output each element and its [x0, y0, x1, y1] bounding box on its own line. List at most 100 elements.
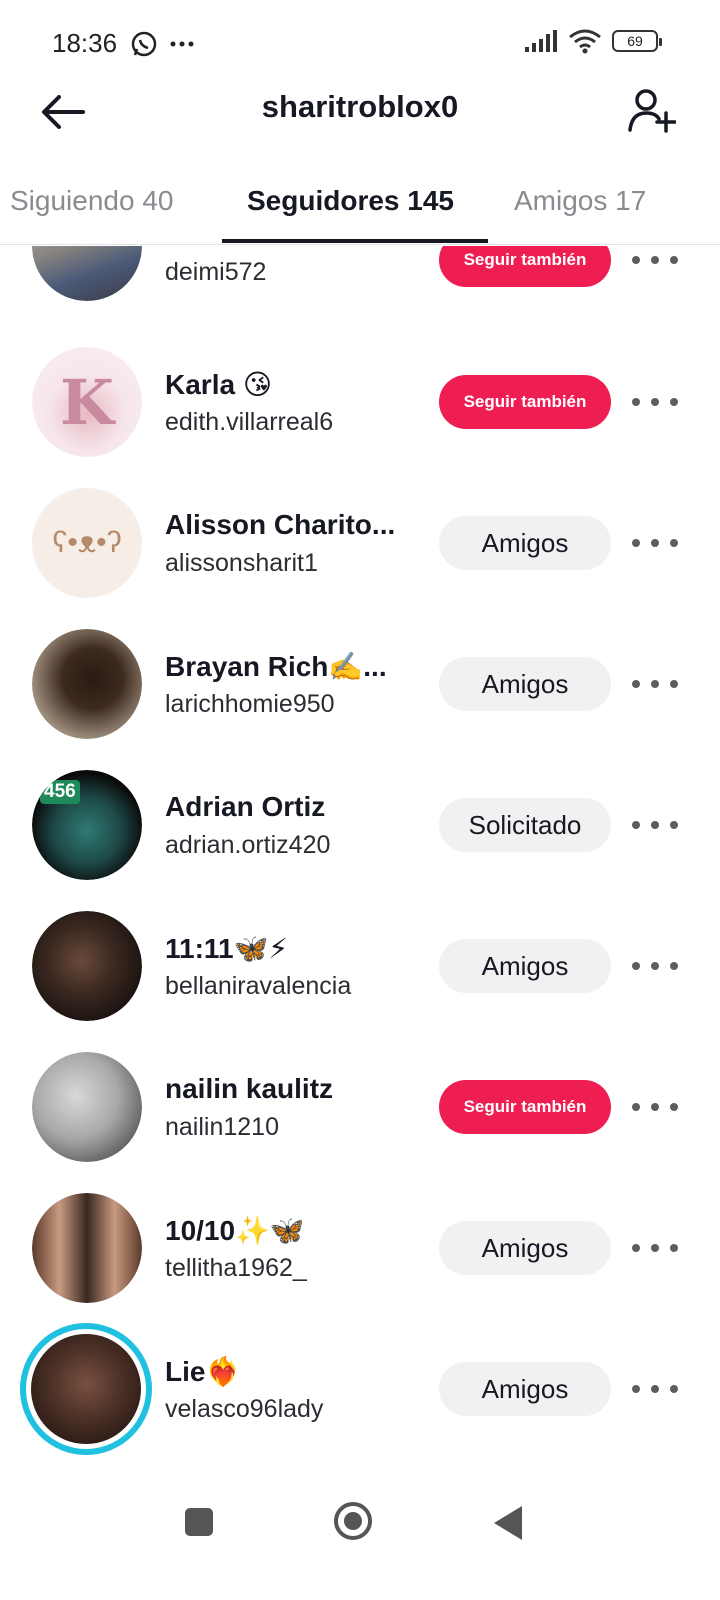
more-options-button[interactable]	[632, 246, 678, 275]
more-options-button[interactable]	[632, 669, 678, 699]
list-item[interactable]: ʕ•ᴥ•ʔ Alisson Charito... alissonsharit1 …	[0, 473, 720, 614]
more-dots-icon	[651, 1385, 659, 1393]
requested-button[interactable]: Solicitado	[439, 798, 611, 852]
more-dots-icon	[670, 398, 678, 406]
more-dots-icon	[670, 1244, 678, 1252]
follower-name: 10/10✨🦋	[165, 1215, 305, 1246]
follower-name: Karla 😘	[165, 369, 273, 400]
friends-button[interactable]: Amigos	[439, 939, 611, 993]
add-user-button[interactable]	[622, 81, 680, 139]
more-dots-icon	[651, 539, 659, 547]
battery-icon: 69	[612, 30, 662, 52]
friends-button[interactable]: Amigos	[439, 1362, 611, 1416]
follow-back-button[interactable]: Seguir también	[439, 246, 611, 287]
avatar[interactable]	[32, 1193, 142, 1303]
more-dots-icon	[632, 539, 640, 547]
list-item[interactable]: nadien deimi572 Seguir también	[0, 246, 720, 317]
list-item[interactable]: Brayan Rich✍️... larichhomie950 Amigos	[0, 614, 720, 755]
more-options-button[interactable]	[632, 1092, 678, 1122]
more-dots-icon	[670, 680, 678, 688]
follower-name: Lie❤️‍🔥	[165, 1356, 241, 1387]
active-tab-indicator	[222, 239, 488, 243]
more-dots-icon	[651, 1103, 659, 1111]
more-dots-icon	[632, 962, 640, 970]
avatar-with-story[interactable]	[20, 1323, 152, 1455]
friends-button[interactable]: Amigos	[439, 1221, 611, 1275]
home-icon[interactable]	[334, 1502, 372, 1540]
follower-username: edith.villarreal6	[165, 408, 334, 436]
follower-name: Brayan Rich✍️...	[165, 651, 387, 682]
system-nav-bar	[0, 1470, 720, 1600]
follow-back-button[interactable]: Seguir también	[439, 375, 611, 429]
follower-name: Alisson Charito...	[165, 509, 396, 540]
more-dots-icon	[651, 256, 659, 264]
recent-apps-icon[interactable]	[185, 1508, 213, 1536]
more-options-button[interactable]	[632, 1374, 678, 1404]
avatar[interactable]: 456	[32, 770, 142, 880]
follower-name: 11:11🦋⚡	[165, 933, 289, 964]
teddy-bear-pattern-icon: ʕ•ᴥ•ʔ	[52, 526, 122, 559]
avatar-badge: 456	[40, 780, 80, 804]
tab-followers[interactable]: Seguidores 145	[247, 185, 454, 217]
follower-username: adrian.ortiz420	[165, 831, 331, 859]
person-plus-icon	[628, 89, 676, 133]
home-core-icon	[344, 1512, 362, 1530]
more-dots-icon	[651, 398, 659, 406]
follower-name: Adrian Ortiz	[165, 791, 326, 822]
more-dots-icon	[670, 962, 678, 970]
follower-username: larichhomie950	[165, 690, 335, 718]
list-item[interactable]: nailin kaulitz nailin1210 Seguir también	[0, 1037, 720, 1178]
avatar[interactable]: ʕ•ᴥ•ʔ	[32, 488, 142, 598]
follower-name: nailin kaulitz	[165, 1073, 334, 1104]
header: sharitroblox0	[0, 75, 720, 145]
more-dots-icon	[651, 962, 659, 970]
follow-back-button[interactable]: Seguir también	[439, 1080, 611, 1134]
list-item[interactable]: 11:11🦋⚡ bellaniravalencia Amigos	[0, 896, 720, 1037]
more-options-button[interactable]	[632, 951, 678, 981]
more-dots-icon	[632, 1244, 640, 1252]
avatar[interactable]: K	[32, 347, 142, 457]
friends-button[interactable]: Amigos	[439, 657, 611, 711]
tab-following[interactable]: Siguiendo 40	[10, 185, 173, 217]
more-options-button[interactable]	[632, 810, 678, 840]
signal-icon	[525, 30, 557, 52]
more-dots-icon	[670, 821, 678, 829]
more-dots-icon	[632, 256, 640, 264]
avatar[interactable]	[32, 246, 142, 301]
list-item[interactable]: K Karla 😘 edith.villarreal6 Seguir tambi…	[0, 332, 720, 473]
follower-username: tellitha1962_	[165, 1254, 307, 1282]
follower-username: deimi572	[165, 258, 267, 286]
status-time: 18:36	[52, 28, 118, 58]
avatar[interactable]	[32, 1052, 142, 1162]
letter-k-icon: K	[60, 365, 114, 439]
more-dots-icon	[670, 539, 678, 547]
more-dots-icon	[632, 680, 640, 688]
list-item[interactable]: Lie❤️‍🔥 velasco96lady Amigos	[0, 1319, 720, 1456]
more-dots-icon	[651, 1244, 659, 1252]
avatar[interactable]	[32, 629, 142, 739]
list-item[interactable]: 10/10✨🦋 tellitha1962_ Amigos	[0, 1178, 720, 1319]
follower-username: velasco96lady	[165, 1395, 324, 1423]
avatar[interactable]	[32, 911, 142, 1021]
friends-button[interactable]: Amigos	[439, 516, 611, 570]
nav-back-icon[interactable]	[494, 1506, 522, 1540]
status-system-icons: 69	[524, 28, 662, 54]
tab-friends[interactable]: Amigos 17	[514, 185, 646, 217]
page-title: sharitroblox0	[261, 89, 459, 124]
more-options-button[interactable]	[632, 1233, 678, 1263]
more-dots-icon	[651, 680, 659, 688]
more-notifications-icon	[170, 41, 194, 47]
wifi-icon	[569, 29, 601, 54]
whatsapp-icon	[131, 31, 157, 57]
more-options-button[interactable]	[632, 528, 678, 558]
more-dots-icon	[632, 821, 640, 829]
list-item[interactable]: 456 Adrian Ortiz adrian.ortiz420 Solicit…	[0, 755, 720, 896]
more-dots-icon	[632, 398, 640, 406]
followers-list[interactable]: nadien deimi572 Seguir también K Karla 😘…	[0, 246, 720, 1456]
more-options-button[interactable]	[632, 387, 678, 417]
follower-name: nadien	[165, 246, 255, 250]
more-dots-icon	[651, 821, 659, 829]
status-notification-icons	[130, 30, 194, 58]
follower-username: nailin1210	[165, 1113, 279, 1141]
follower-username: bellaniravalencia	[165, 972, 352, 1000]
